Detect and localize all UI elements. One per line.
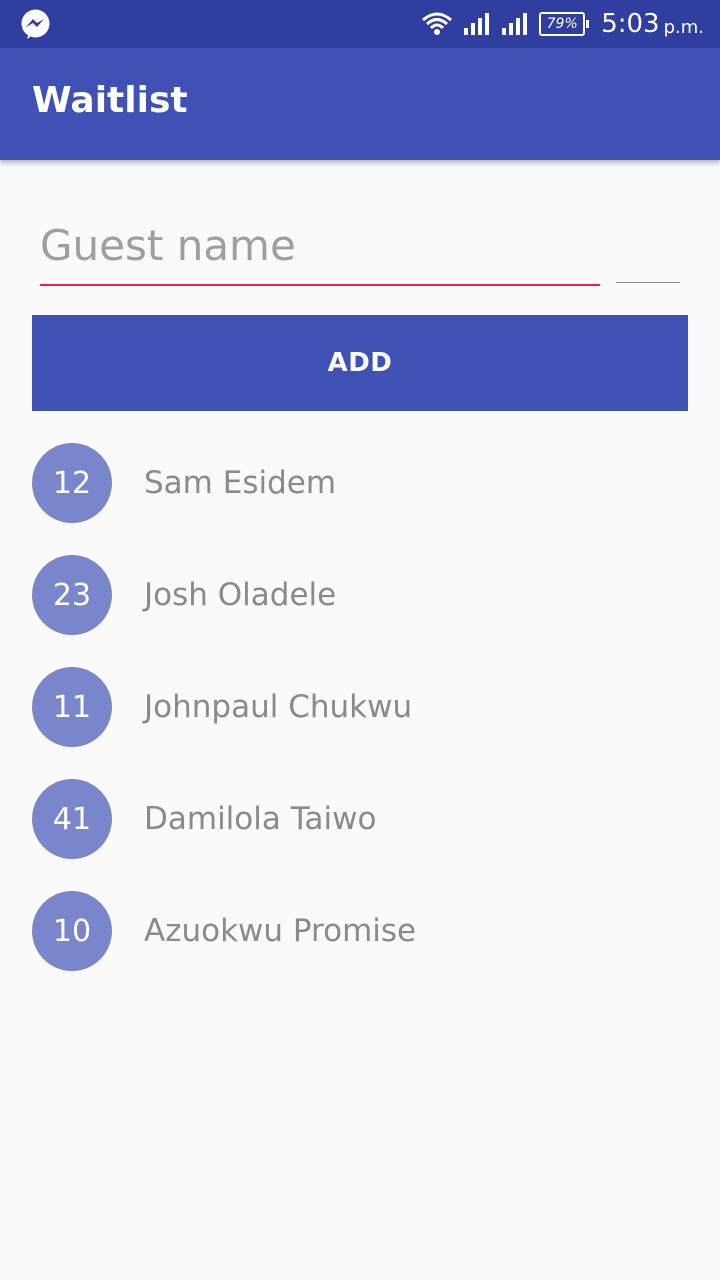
list-item[interactable]: 11 Johnpaul Chukwu xyxy=(0,667,720,779)
clock-ampm: p.m. xyxy=(663,16,704,38)
guest-list: 12 Sam Esidem 23 Josh Oladele 11 Johnpau… xyxy=(0,443,720,1003)
guest-name: Sam Esidem xyxy=(144,465,337,501)
party-size-badge: 41 xyxy=(32,779,112,859)
status-bar: 79% 5:03 p.m. xyxy=(0,0,720,48)
app-bar: Waitlist xyxy=(0,48,720,160)
wifi-icon xyxy=(422,12,453,35)
messenger-icon xyxy=(21,9,50,39)
party-size-badge: 10 xyxy=(32,891,112,971)
party-size-badge: 23 xyxy=(32,555,112,635)
page-title: Waitlist xyxy=(32,80,188,121)
list-item[interactable]: 10 Azuokwu Promise xyxy=(0,891,720,1003)
guest-name: Damilola Taiwo xyxy=(144,801,377,837)
signal-icon-2 xyxy=(502,13,528,35)
clock: 5:03 xyxy=(601,9,660,39)
list-item[interactable]: 23 Josh Oladele xyxy=(0,555,720,667)
guest-name: Josh Oladele xyxy=(144,577,337,613)
battery-indicator: 79% xyxy=(539,12,590,36)
list-item[interactable]: 41 Damilola Taiwo xyxy=(0,779,720,891)
guest-name: Johnpaul Chukwu xyxy=(144,689,413,725)
add-button[interactable]: ADD xyxy=(32,315,688,411)
party-size-badge: 12 xyxy=(32,443,112,523)
party-size-input[interactable] xyxy=(616,216,680,283)
party-size-badge: 11 xyxy=(32,667,112,747)
list-item[interactable]: 12 Sam Esidem xyxy=(0,443,720,555)
guest-name-input[interactable]: Guest name xyxy=(40,216,600,286)
signal-icon xyxy=(464,13,490,35)
guest-name: Azuokwu Promise xyxy=(144,913,417,949)
